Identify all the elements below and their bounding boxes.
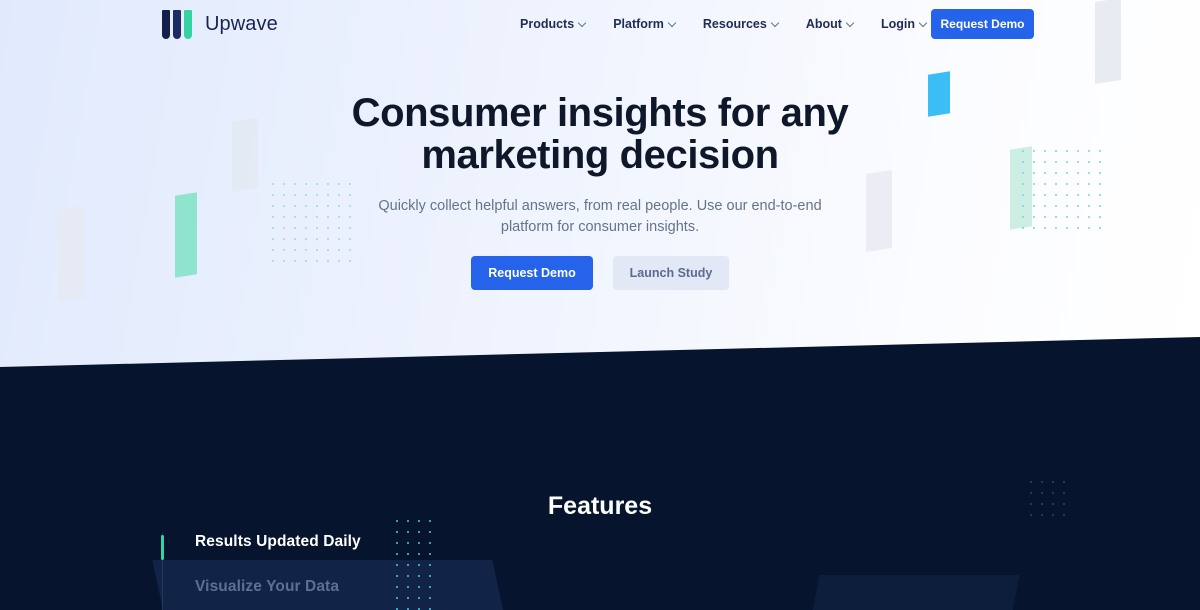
brand-name: Upwave [205,13,278,35]
feature-list: Results Updated Daily Visualize Your Dat… [161,533,482,610]
chevron-down-icon [920,20,927,27]
decor-bar-mint-right [1010,146,1032,230]
decor-angular-shape-right [780,575,1020,610]
feature-item-label: Results Updated Daily [195,533,361,550]
nav-item-label: Resources [702,17,767,31]
nav-item-label: Login [880,17,915,31]
hero-subtitle: Quickly collect helpful answers, from re… [378,198,822,235]
launch-study-button[interactable]: Launch Study [613,256,729,290]
chevron-down-icon [772,20,779,27]
nav-item-about[interactable]: About [806,17,854,31]
nav-item-label: Products [520,17,575,31]
brand-logo[interactable]: Upwave [162,10,278,39]
feature-item-results-updated-daily[interactable]: Results Updated Daily [161,533,482,560]
nav-item-login[interactable]: Login [881,17,927,31]
top-navigation-bar: Upwave Products Platform Resources About… [0,0,1200,48]
feature-item-label: Visualize Your Data [195,578,340,595]
chevron-down-icon [847,20,854,27]
decor-bar-grey-right [866,169,892,253]
chevron-down-icon [579,20,586,27]
hero-section [0,0,1200,380]
nav-links: Products Platform Resources About Login [520,0,927,48]
decor-bar-grey-upper [232,117,258,193]
feature-active-accent-bar [161,535,164,560]
nav-request-demo-button[interactable]: Request Demo [931,9,1034,39]
page-title: Consumer insights for any marketing deci… [351,91,849,177]
nav-item-products[interactable]: Products [520,17,586,31]
nav-item-label: About [805,17,842,31]
nav-item-label: Platform [613,17,664,31]
features-title: Features [547,492,653,520]
nav-item-resources[interactable]: Resources [703,17,779,31]
decor-bar-blue [928,71,950,117]
chevron-down-icon [669,20,676,27]
upwave-logo-icon [162,10,196,39]
nav-item-platform[interactable]: Platform [613,17,676,31]
hero-button-group: Request Demo Launch Study [0,256,1200,290]
request-demo-button[interactable]: Request Demo [471,256,593,290]
feature-item-visualize-your-data[interactable]: Visualize Your Data [162,578,482,596]
